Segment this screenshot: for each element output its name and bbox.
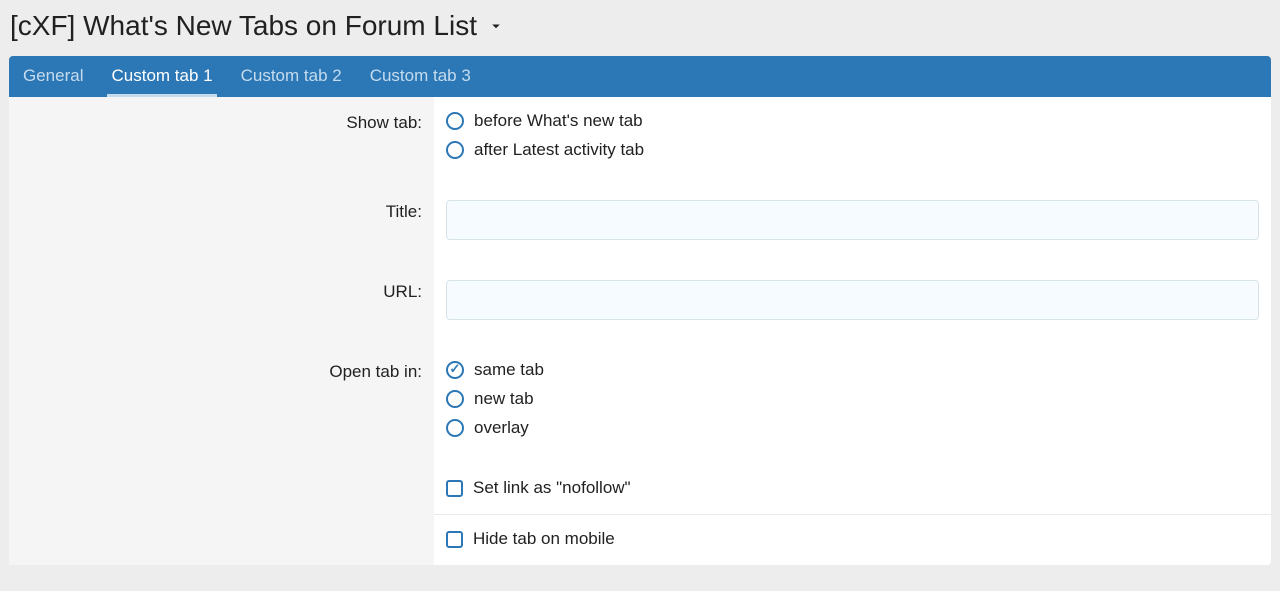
url-input[interactable] <box>446 280 1259 320</box>
radio-icon <box>446 141 464 159</box>
settings-panel: Show tab: before What's new tab after La… <box>9 97 1271 565</box>
show-tab-label: Show tab: <box>9 97 434 186</box>
radio-icon-checked <box>446 361 464 379</box>
caret-down-icon[interactable] <box>487 17 505 35</box>
radio-icon <box>446 112 464 130</box>
empty-label <box>9 464 434 514</box>
radio-label: before What's new tab <box>474 111 643 131</box>
tab-custom-3[interactable]: Custom tab 3 <box>356 56 485 97</box>
radio-label: new tab <box>474 389 534 409</box>
checkbox-icon <box>446 480 463 497</box>
checkbox-icon <box>446 531 463 548</box>
title-input[interactable] <box>446 200 1259 240</box>
page-title: [cXF] What's New Tabs on Forum List <box>10 10 477 42</box>
tab-custom-2[interactable]: Custom tab 2 <box>227 56 356 97</box>
radio-show-after[interactable]: after Latest activity tab <box>446 140 1259 160</box>
checkbox-label: Hide tab on mobile <box>473 529 615 549</box>
radio-overlay[interactable]: overlay <box>446 418 1259 438</box>
radio-icon <box>446 419 464 437</box>
tab-custom-1[interactable]: Custom tab 1 <box>97 56 226 97</box>
title-label: Title: <box>9 186 434 266</box>
tab-bar: General Custom tab 1 Custom tab 2 Custom… <box>9 56 1271 97</box>
radio-label: same tab <box>474 360 544 380</box>
url-label: URL: <box>9 266 434 346</box>
open-tab-in-label: Open tab in: <box>9 346 434 464</box>
radio-label: after Latest activity tab <box>474 140 644 160</box>
radio-same-tab[interactable]: same tab <box>446 360 1259 380</box>
empty-label <box>9 514 434 565</box>
checkbox-hide-mobile[interactable]: Hide tab on mobile <box>446 529 1259 549</box>
radio-new-tab[interactable]: new tab <box>446 389 1259 409</box>
radio-icon <box>446 390 464 408</box>
tab-general[interactable]: General <box>9 56 97 97</box>
radio-show-before[interactable]: before What's new tab <box>446 111 1259 131</box>
page-header: [cXF] What's New Tabs on Forum List <box>0 0 1280 56</box>
radio-label: overlay <box>474 418 529 438</box>
checkbox-nofollow[interactable]: Set link as "nofollow" <box>446 478 1259 498</box>
checkbox-label: Set link as "nofollow" <box>473 478 631 498</box>
